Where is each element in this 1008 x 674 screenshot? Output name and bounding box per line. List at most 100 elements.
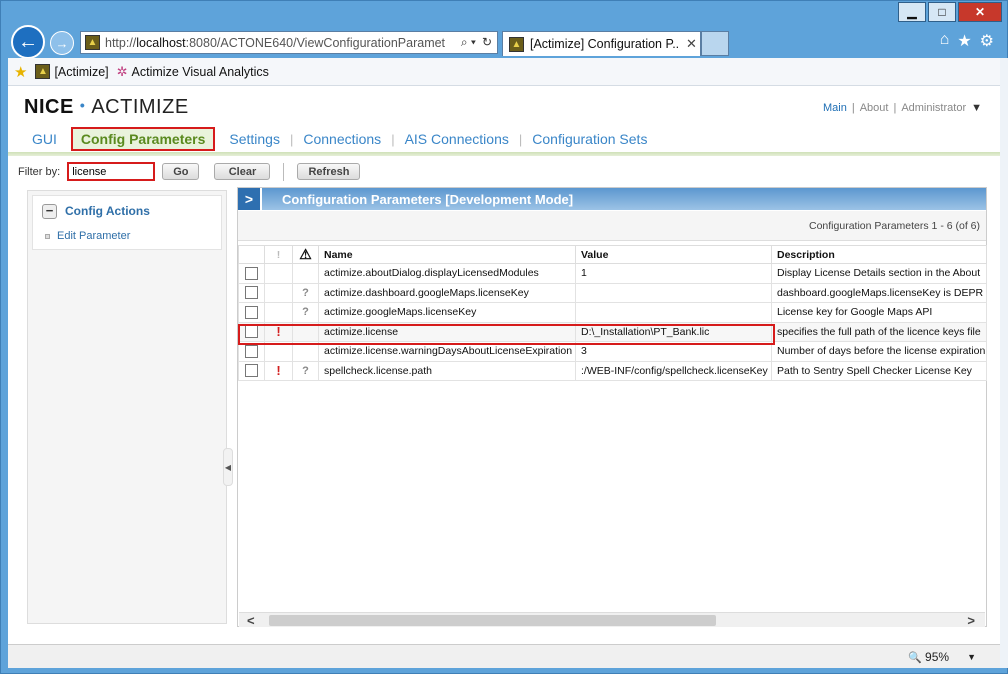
help-cell bbox=[292, 263, 319, 284]
grid-header: > Configuration Parameters [Development … bbox=[238, 188, 986, 210]
row-checkbox[interactable] bbox=[245, 325, 258, 339]
name-cell[interactable]: actimize.aboutDialog.displayLicensedModu… bbox=[318, 263, 576, 284]
scroll-thumb[interactable] bbox=[269, 615, 716, 626]
help-cell: ? bbox=[292, 360, 319, 381]
row-checkbox[interactable] bbox=[245, 305, 258, 319]
name-cell[interactable]: actimize.dashboard.googleMaps.licenseKey bbox=[318, 282, 576, 303]
url-scheme: http:// bbox=[105, 35, 137, 50]
chevron-down-icon[interactable]: ▼ bbox=[971, 102, 982, 114]
favorites-star-icon[interactable]: ★ bbox=[957, 31, 971, 51]
url-text[interactable]: http://localhost:8080/ACTONE640/ViewConf… bbox=[105, 36, 445, 50]
table-row[interactable]: ? actimize.dashboard.googleMaps.licenseKe… bbox=[238, 282, 987, 303]
tab-ais-connections[interactable]: AIS Connections bbox=[395, 131, 519, 147]
parameters-table: ! ⚠ Name Value Description actimize.abou… bbox=[238, 245, 987, 381]
new-tab-button[interactable] bbox=[701, 31, 729, 56]
refresh-icon[interactable]: ↻ bbox=[482, 35, 492, 50]
home-icon[interactable]: ⌂ bbox=[940, 31, 950, 51]
error-cell bbox=[264, 263, 293, 284]
favorite-visual-analytics[interactable]: ✲ Actimize Visual Analytics bbox=[117, 64, 269, 80]
forward-arrow-icon: → bbox=[55, 35, 69, 51]
table-row[interactable]: ! actimize.license D:\_Installation\PT_Ban… bbox=[238, 321, 987, 342]
question-icon: ? bbox=[302, 306, 309, 319]
table-row[interactable]: actimize.license.warningDaysAboutLicense… bbox=[238, 341, 987, 362]
zoom-level: 95% bbox=[925, 650, 950, 664]
address-bar[interactable]: ▲ http://localhost:8080/ACTONE640/ViewCo… bbox=[80, 31, 498, 54]
page-content: NICE • ACTIMIZE Main | About | Administr… bbox=[8, 86, 1000, 644]
row-checkbox[interactable] bbox=[245, 286, 258, 300]
panel-collapse-handle[interactable]: ◀ bbox=[223, 448, 233, 486]
clear-button[interactable]: Clear bbox=[214, 163, 271, 180]
favorite-actimize[interactable]: ▲ [Actimize] bbox=[35, 64, 109, 79]
name-cell[interactable]: actimize.googleMaps.licenseKey bbox=[318, 302, 576, 323]
tab-gui[interactable]: GUI bbox=[22, 131, 67, 147]
nice-actimize-logo: NICE • ACTIMIZE bbox=[24, 96, 189, 118]
question-icon: ? bbox=[302, 364, 309, 377]
favorite-label: [Actimize] bbox=[54, 64, 109, 79]
expand-arrow-icon[interactable]: > bbox=[238, 188, 262, 210]
maximize-button[interactable]: □ bbox=[928, 2, 956, 22]
page-scrollbar[interactable] bbox=[1000, 58, 1008, 668]
tab-config-parameters[interactable]: Config Parameters bbox=[70, 127, 216, 151]
divider bbox=[283, 162, 285, 181]
name-cell[interactable]: spellcheck.license.path bbox=[318, 360, 576, 381]
sparkle-icon: ✲ bbox=[116, 63, 128, 79]
main-link[interactable]: Main bbox=[823, 102, 847, 114]
edit-parameter-link[interactable]: Edit Parameter bbox=[45, 230, 130, 242]
zoom-control[interactable]: 🔍 95% ▼ bbox=[908, 650, 976, 664]
back-button[interactable]: ← bbox=[11, 25, 45, 59]
tab-configuration-sets[interactable]: Configuration Sets bbox=[522, 131, 657, 147]
description-header[interactable]: Description bbox=[771, 245, 987, 264]
tab-favicon-icon: ▲ bbox=[509, 36, 524, 52]
table-row[interactable]: ? actimize.googleMaps.licenseKey License k… bbox=[238, 302, 987, 323]
warning-header-icon[interactable]: ⚠ bbox=[292, 245, 319, 264]
value-cell[interactable]: :/WEB-INF/config/spellcheck.licenseKey bbox=[575, 360, 772, 381]
scroll-left-icon[interactable]: < bbox=[247, 613, 255, 628]
table-row[interactable]: actimize.aboutDialog.displayLicensedModu… bbox=[238, 263, 987, 284]
help-cell: ? bbox=[292, 302, 319, 323]
value-cell[interactable] bbox=[575, 282, 772, 303]
forward-button[interactable]: → bbox=[50, 31, 74, 55]
close-window-button[interactable]: ✕ bbox=[958, 2, 1002, 22]
name-header[interactable]: Name bbox=[318, 245, 576, 264]
value-cell[interactable]: 3 bbox=[575, 341, 772, 362]
name-cell[interactable]: actimize.license.warningDaysAboutLicense… bbox=[318, 341, 576, 362]
search-dropdown-icon[interactable]: ⌕ ▾ bbox=[461, 35, 476, 50]
minimize-button[interactable]: ▁ bbox=[898, 2, 926, 22]
value-cell[interactable] bbox=[575, 302, 772, 323]
row-checkbox[interactable] bbox=[245, 266, 258, 280]
horizontal-scrollbar[interactable]: < > bbox=[239, 612, 985, 628]
scroll-right-icon[interactable]: > bbox=[967, 613, 975, 628]
back-arrow-icon: ← bbox=[18, 30, 38, 53]
row-checkbox[interactable] bbox=[245, 344, 258, 358]
status-bar: 🔍 95% ▼ bbox=[8, 644, 1000, 668]
row-checkbox[interactable] bbox=[245, 364, 258, 378]
value-cell[interactable]: 1 bbox=[575, 263, 772, 284]
value-header[interactable]: Value bbox=[575, 245, 772, 264]
edit-parameter-label: Edit Parameter bbox=[57, 230, 131, 242]
error-header[interactable]: ! bbox=[264, 245, 293, 264]
tab-close-icon[interactable]: ✕ bbox=[686, 36, 697, 52]
about-link[interactable]: About bbox=[860, 102, 889, 114]
tab-settings[interactable]: Settings bbox=[219, 131, 290, 147]
error-cell: ! bbox=[264, 321, 293, 342]
row-checkbox-cell bbox=[238, 282, 265, 303]
filter-input[interactable] bbox=[67, 162, 156, 181]
site-favicon-icon: ▲ bbox=[85, 35, 100, 50]
zoom-dropdown-icon[interactable]: ▼ bbox=[967, 652, 976, 662]
name-cell[interactable]: actimize.license bbox=[318, 321, 576, 342]
value-cell[interactable]: D:\_Installation\PT_Bank.lic bbox=[575, 321, 772, 342]
add-favorite-star-icon[interactable]: ★ bbox=[14, 63, 27, 81]
error-cell bbox=[264, 302, 293, 323]
refresh-button[interactable]: Refresh bbox=[297, 163, 361, 180]
go-button[interactable]: Go bbox=[162, 163, 200, 180]
checkbox-header bbox=[238, 245, 265, 264]
collapse-icon[interactable]: − bbox=[42, 204, 57, 219]
question-icon: ? bbox=[302, 286, 309, 299]
config-actions-box: − Config Actions Edit Parameter bbox=[32, 195, 222, 250]
gear-icon[interactable]: ⚙ bbox=[980, 31, 994, 51]
browser-tab[interactable]: ▲ [Actimize] Configuration P... ✕ bbox=[502, 31, 701, 56]
tab-connections[interactable]: Connections bbox=[293, 131, 391, 147]
url-host: localhost bbox=[136, 35, 186, 50]
user-menu[interactable]: Administrator bbox=[901, 102, 966, 114]
table-row[interactable]: !? spellcheck.license.path:/WEB-INF/confi… bbox=[238, 360, 987, 381]
